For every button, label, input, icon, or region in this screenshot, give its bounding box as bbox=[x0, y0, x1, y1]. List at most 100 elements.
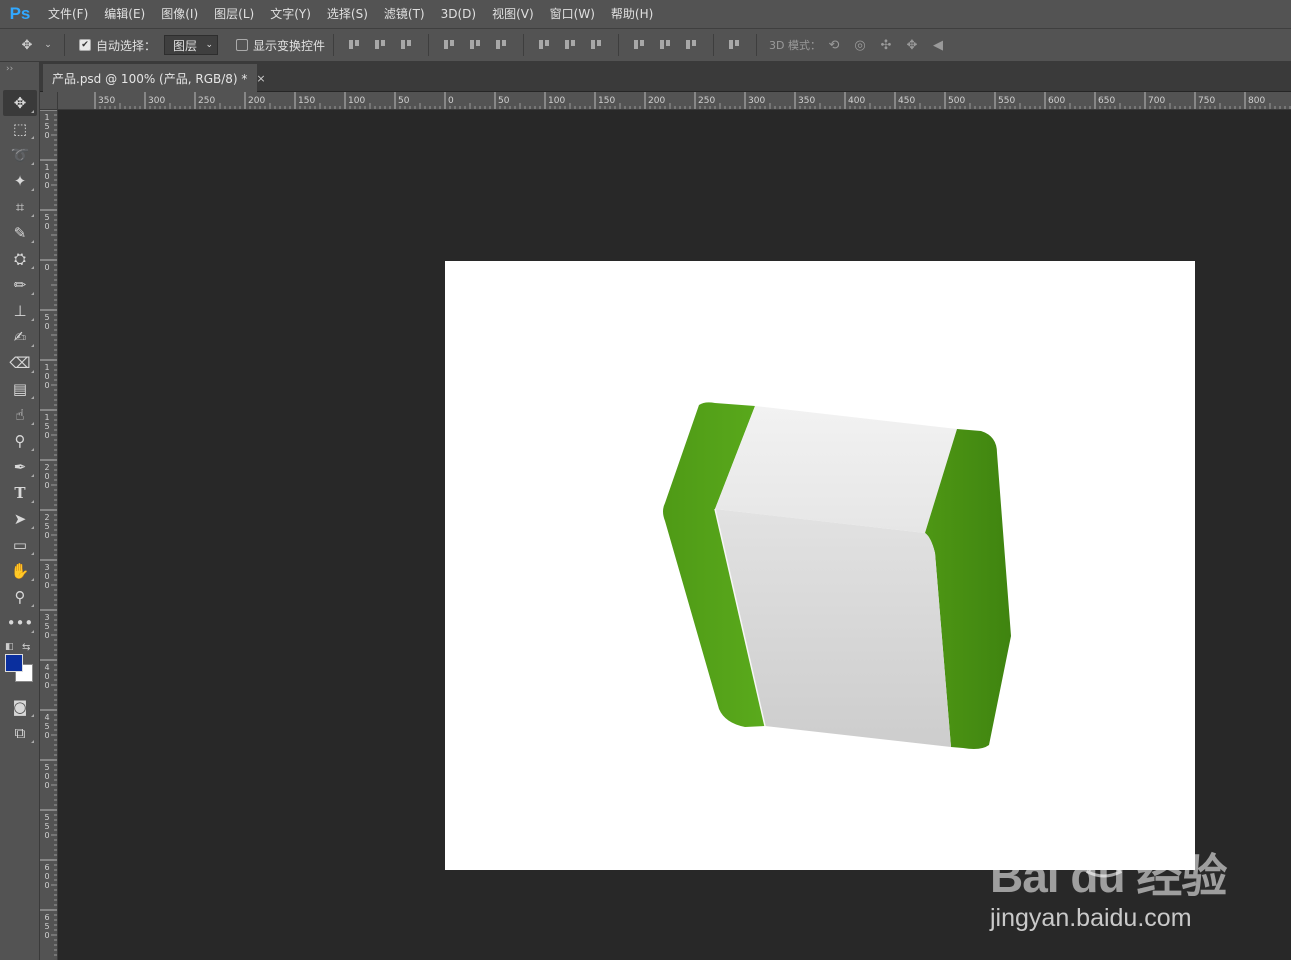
ruler-left-label: 100 bbox=[44, 363, 50, 390]
quick-mask-icon[interactable]: ◙ bbox=[3, 694, 37, 720]
menu-3d[interactable]: 3D(D) bbox=[433, 0, 484, 28]
move-tool-preset-icon[interactable]: ✥ bbox=[16, 34, 38, 56]
screen-mode-icon[interactable]: ⧉ bbox=[3, 720, 37, 746]
stamp-icon[interactable]: ⊥ bbox=[3, 298, 37, 324]
menu-bar: Ps 文件(F) 编辑(E) 图像(I) 图层(L) 文字(Y) 选择(S) 滤… bbox=[0, 0, 1291, 28]
distribute-right-icon[interactable] bbox=[683, 36, 701, 54]
menu-file[interactable]: 文件(F) bbox=[40, 0, 96, 28]
orbit-3d-icon[interactable]: ⟲ bbox=[824, 35, 844, 55]
hand-icon[interactable]: ✋ bbox=[3, 558, 37, 584]
default-colors-icon[interactable]: ◧ bbox=[5, 642, 14, 652]
ruler-left-label: 50 bbox=[44, 313, 50, 331]
ruler-left-label: 450 bbox=[44, 713, 50, 740]
dodge-icon[interactable]: ⚲ bbox=[3, 428, 37, 454]
distribute-vertical-center-icon[interactable] bbox=[562, 36, 580, 54]
align-right-icon[interactable] bbox=[493, 36, 511, 54]
menu-window[interactable]: 窗口(W) bbox=[542, 0, 603, 28]
ruler-left-label: 100 bbox=[44, 163, 50, 190]
divider bbox=[523, 34, 525, 56]
ruler-top-label: 0 bbox=[448, 96, 454, 106]
distribute-left-icon[interactable] bbox=[631, 36, 649, 54]
align-left-icon[interactable] bbox=[441, 36, 459, 54]
scale-3d-icon[interactable]: ◀ bbox=[928, 35, 948, 55]
auto-select-target-dropdown[interactable]: 图层 ⌄ bbox=[164, 35, 219, 55]
zoom-icon[interactable]: ⚲ bbox=[3, 584, 37, 610]
chevron-down-icon[interactable]: ⌄ bbox=[42, 34, 54, 56]
menu-filter[interactable]: 滤镜(T) bbox=[376, 0, 433, 28]
color-swatches: ◧ ⇆ bbox=[0, 642, 40, 688]
brush-icon[interactable]: ✏ bbox=[3, 272, 37, 298]
ruler-top-label: 50 bbox=[398, 96, 410, 106]
ruler-left-label: 350 bbox=[44, 613, 50, 640]
auto-align-icon[interactable] bbox=[726, 36, 744, 54]
type-icon[interactable]: T bbox=[3, 480, 37, 506]
show-transform-label: 显示变换控件 bbox=[253, 38, 326, 53]
photoshop-logo: Ps bbox=[9, 4, 31, 23]
marquee-icon[interactable]: ⬚ bbox=[3, 116, 37, 142]
rectangle-icon[interactable]: ▭ bbox=[3, 532, 37, 558]
ruler-top-label: 150 bbox=[298, 96, 316, 106]
ruler-top-label: 50 bbox=[498, 96, 510, 106]
align-vertical-center-icon[interactable] bbox=[372, 36, 390, 54]
pen-icon[interactable]: ✒ bbox=[3, 454, 37, 480]
align-bottom-icon[interactable] bbox=[398, 36, 416, 54]
auto-select-checkbox[interactable]: ✔ bbox=[79, 39, 91, 51]
smudge-icon[interactable]: ☝ bbox=[3, 402, 37, 428]
menu-view[interactable]: 视图(V) bbox=[484, 0, 542, 28]
roll-3d-icon[interactable]: ◎ bbox=[850, 35, 870, 55]
auto-select-label: 自动选择： bbox=[96, 38, 157, 53]
foreground-color-swatch[interactable] bbox=[5, 654, 23, 672]
panel-collapse-icon[interactable]: ›› bbox=[0, 62, 39, 90]
path-select-icon[interactable]: ➤ bbox=[3, 506, 37, 532]
document-canvas[interactable] bbox=[445, 261, 1195, 870]
ruler-origin[interactable] bbox=[40, 92, 58, 110]
ruler-top-label: 250 bbox=[198, 96, 216, 106]
menu-select[interactable]: 选择(S) bbox=[319, 0, 376, 28]
eraser-icon[interactable]: ⌫ bbox=[3, 350, 37, 376]
slide-3d-icon[interactable]: ✥ bbox=[902, 35, 922, 55]
horizontal-ruler[interactable]: 350 300 250 200 150 100 50 0 50 100 150 200 250 300 35… bbox=[58, 92, 1291, 110]
menu-edit[interactable]: 编辑(E) bbox=[96, 0, 153, 28]
show-transform-checkbox[interactable] bbox=[236, 39, 249, 51]
menu-help[interactable]: 帮助(H) bbox=[603, 0, 661, 28]
align-horizontal-center-icon[interactable] bbox=[467, 36, 485, 54]
patch-icon[interactable]: ⛭ bbox=[3, 246, 37, 272]
options-bar: ✥ ⌄ ✔ 自动选择： 图层 ⌄ 显示变换控件 3D 模式： ⟲ ◎ ✣ ✥ ◀ bbox=[0, 28, 1291, 62]
more-icon[interactable]: ••• bbox=[3, 610, 37, 636]
document-tab[interactable]: 产品.psd @ 100% (产品, RGB/8) * × bbox=[43, 64, 266, 92]
magic-wand-icon[interactable]: ✦ bbox=[3, 168, 37, 194]
close-icon[interactable]: × bbox=[256, 72, 265, 85]
menu-type[interactable]: 文字(Y) bbox=[262, 0, 319, 28]
ruler-left-label: 150 bbox=[44, 113, 50, 140]
distribute-horizontal-center-icon[interactable] bbox=[657, 36, 675, 54]
menu-image[interactable]: 图像(I) bbox=[153, 0, 206, 28]
align-top-icon[interactable] bbox=[346, 36, 364, 54]
ruler-top-label: 550 bbox=[998, 96, 1016, 106]
gradient-icon[interactable]: ▤ bbox=[3, 376, 37, 402]
history-brush-icon[interactable]: ✍ bbox=[3, 324, 37, 350]
ruler-left-label: 0 bbox=[44, 263, 50, 272]
ruler-top-label: 400 bbox=[848, 96, 866, 106]
distribute-top-icon[interactable] bbox=[536, 36, 554, 54]
distribute-bottom-icon[interactable] bbox=[588, 36, 606, 54]
ruler-top-label: 100 bbox=[348, 96, 366, 106]
lasso-icon[interactable]: ➰ bbox=[3, 142, 37, 168]
divider bbox=[713, 34, 715, 56]
menu-layer[interactable]: 图层(L) bbox=[206, 0, 262, 28]
ruler-top-label: 500 bbox=[948, 96, 966, 106]
swap-colors-icon[interactable]: ⇆ bbox=[22, 642, 30, 653]
divider bbox=[428, 34, 430, 56]
pan-3d-icon[interactable]: ✣ bbox=[876, 35, 896, 55]
eyedropper-icon[interactable]: ✎ bbox=[3, 220, 37, 246]
move-icon[interactable]: ✥ bbox=[3, 90, 37, 116]
tools-panel: ›› ✥ ⬚ ➰ ✦ ⌗ ✎ ⛭ ✏ ⊥ ✍ ⌫ ▤ ☝ ⚲ ✒ T ➤ ▭ ✋… bbox=[0, 62, 40, 960]
vertical-ruler[interactable]: 150 100 50 0 50 100 150 200 250 300 350 400 450 500 55… bbox=[40, 110, 58, 960]
crop-icon[interactable]: ⌗ bbox=[3, 194, 37, 220]
watermark-logo-text: Bai du 经验 bbox=[990, 850, 1227, 902]
3d-mode-label: 3D 模式： bbox=[769, 39, 821, 52]
document-tab-title: 产品.psd @ 100% (产品, RGB/8) * bbox=[52, 71, 248, 86]
ruler-left-label: 150 bbox=[44, 413, 50, 440]
ruler-left-label: 500 bbox=[44, 763, 50, 790]
ruler-top-label: 200 bbox=[648, 96, 666, 106]
ruler-left-label: 400 bbox=[44, 663, 50, 690]
